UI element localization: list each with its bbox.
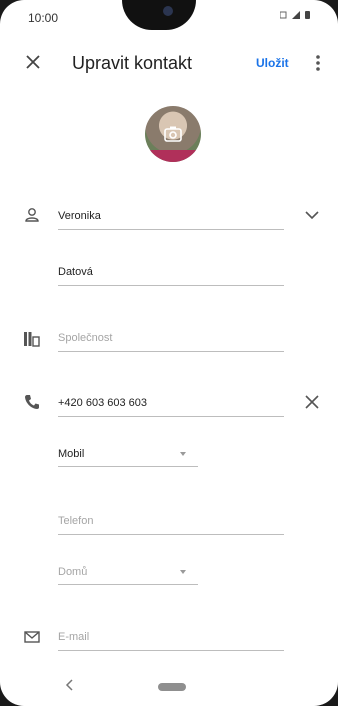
app-bar: Upravit kontakt Uložit (0, 44, 338, 84)
phone-screen: 10:00 Upravit kontakt Uložit Veronika Da… (0, 0, 338, 706)
phone-field[interactable]: +420 603 603 603 (58, 390, 284, 417)
person-icon (25, 208, 39, 222)
email-field[interactable]: E-mail (58, 624, 284, 651)
last-name-field[interactable]: Datová (58, 259, 284, 286)
phone-type-value: Mobil (58, 448, 85, 460)
first-name-field[interactable]: Veronika (58, 203, 284, 230)
status-time: 10:00 (28, 11, 59, 25)
save-button[interactable]: Uložit (256, 56, 289, 70)
company-field[interactable]: Společnost (58, 325, 284, 352)
home-pill[interactable] (158, 683, 186, 691)
dropdown-arrow-icon (180, 570, 186, 574)
navigation-bar (0, 668, 338, 706)
page-title: Upravit kontakt (72, 53, 193, 73)
chevron-down-icon[interactable] (303, 206, 321, 224)
email-icon (24, 631, 40, 643)
company-icon (24, 332, 40, 347)
phone-icon (25, 395, 39, 409)
camera-icon (164, 126, 182, 142)
dropdown-arrow-icon (180, 452, 186, 456)
back-icon[interactable] (64, 678, 76, 692)
phone2-type-select[interactable]: Domů (58, 560, 198, 585)
more-vert-icon[interactable] (312, 52, 324, 74)
avatar-photo-detail (145, 150, 201, 162)
camera-notch (122, 0, 196, 30)
status-icons (279, 10, 314, 23)
signal-icon (279, 11, 310, 19)
avatar[interactable] (145, 106, 201, 162)
phone2-field[interactable]: Telefon (58, 508, 284, 535)
clear-icon[interactable] (303, 393, 321, 411)
phone2-type-value: Domů (58, 566, 88, 578)
status-bar: 10:00 (0, 0, 338, 32)
phone-type-select[interactable]: Mobil (58, 442, 198, 467)
close-icon[interactable] (22, 51, 44, 73)
front-camera (163, 6, 173, 16)
